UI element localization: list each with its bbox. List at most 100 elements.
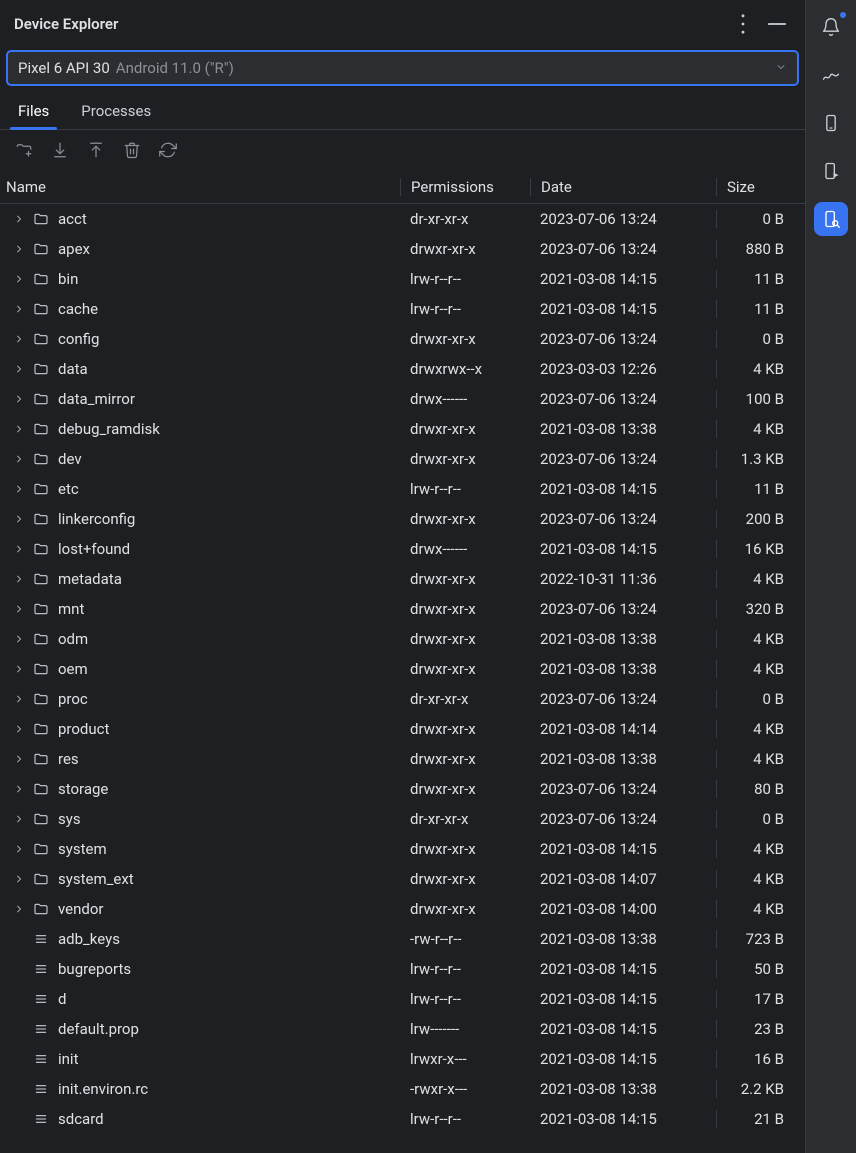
- device-selector-dropdown[interactable]: Pixel 6 API 30 Android 11.0 ("R"): [6, 50, 799, 86]
- table-row[interactable]: system_extdrwxr-xr-x2021-03-08 14:074 KB: [0, 864, 805, 894]
- file-size: 2.2 KB: [716, 1080, 788, 1098]
- expand-toggle[interactable]: [12, 692, 26, 706]
- table-row[interactable]: odmdrwxr-xr-x2021-03-08 13:384 KB: [0, 624, 805, 654]
- column-header-name[interactable]: Name: [0, 178, 400, 196]
- minimize-pane-button[interactable]: [763, 10, 791, 38]
- expand-toggle[interactable]: [12, 452, 26, 466]
- file-date: 2021-03-08 14:15: [530, 990, 716, 1008]
- file-size: 11 B: [716, 270, 788, 288]
- column-header-date[interactable]: Date: [530, 178, 716, 196]
- expand-toggle[interactable]: [12, 632, 26, 646]
- expand-toggle[interactable]: [12, 392, 26, 406]
- file-date: 2021-03-08 14:15: [530, 1020, 716, 1038]
- expand-toggle[interactable]: [12, 422, 26, 436]
- expand-toggle[interactable]: [12, 782, 26, 796]
- delete-button[interactable]: [118, 136, 146, 164]
- device-explorer-rail-button[interactable]: [814, 202, 848, 236]
- profiler-button[interactable]: [814, 58, 848, 92]
- table-row[interactable]: storagedrwxr-xr-x2023-07-06 13:2480 B: [0, 774, 805, 804]
- file-permissions: -rwxr-x---: [400, 1080, 530, 1098]
- more-options-button[interactable]: [729, 10, 757, 38]
- column-header-permissions[interactable]: Permissions: [400, 178, 530, 196]
- expand-toggle[interactable]: [12, 812, 26, 826]
- table-row[interactable]: acctdr-xr-xr-x2023-07-06 13:240 B: [0, 204, 805, 234]
- file-name-cell: init: [0, 1050, 400, 1068]
- folder-icon: [32, 900, 50, 918]
- expand-toggle[interactable]: [12, 242, 26, 256]
- table-row[interactable]: bugreportslrw-r--r--2021-03-08 14:1550 B: [0, 954, 805, 984]
- table-row[interactable]: datadrwxrwx--x2023-03-03 12:264 KB: [0, 354, 805, 384]
- table-row[interactable]: linkerconfigdrwxr-xr-x2023-07-06 13:2420…: [0, 504, 805, 534]
- table-row[interactable]: mntdrwxr-xr-x2023-07-06 13:24320 B: [0, 594, 805, 624]
- expand-toggle[interactable]: [12, 542, 26, 556]
- file-name: linkerconfig: [58, 510, 135, 528]
- table-row[interactable]: procdr-xr-xr-x2023-07-06 13:240 B: [0, 684, 805, 714]
- refresh-button[interactable]: [154, 136, 182, 164]
- expand-toggle[interactable]: [12, 302, 26, 316]
- expand-toggle[interactable]: [12, 872, 26, 886]
- file-size: 0 B: [716, 810, 788, 828]
- expand-toggle[interactable]: [12, 272, 26, 286]
- file-name: acct: [58, 210, 87, 228]
- expand-toggle[interactable]: [12, 572, 26, 586]
- expand-toggle[interactable]: [12, 752, 26, 766]
- file-permissions: dr-xr-xr-x: [400, 690, 530, 708]
- table-row[interactable]: data_mirrordrwx------2023-07-06 13:24100…: [0, 384, 805, 414]
- table-row[interactable]: init.environ.rc-rwxr-x---2021-03-08 13:3…: [0, 1074, 805, 1104]
- file-permissions: drwxr-xr-x: [400, 900, 530, 918]
- file-date: 2021-03-08 13:38: [530, 1080, 716, 1098]
- file-name-cell: odm: [0, 630, 400, 648]
- table-row[interactable]: etclrw-r--r--2021-03-08 14:1511 B: [0, 474, 805, 504]
- file-size: 21 B: [716, 1110, 788, 1128]
- file-date: 2021-03-08 14:15: [530, 960, 716, 978]
- expand-toggle[interactable]: [12, 362, 26, 376]
- table-row[interactable]: systemdrwxr-xr-x2021-03-08 14:154 KB: [0, 834, 805, 864]
- table-row[interactable]: apexdrwxr-xr-x2023-07-06 13:24880 B: [0, 234, 805, 264]
- expand-toggle[interactable]: [12, 722, 26, 736]
- running-devices-button[interactable]: [814, 154, 848, 188]
- file-name: system_ext: [58, 870, 134, 888]
- table-row[interactable]: configdrwxr-xr-x2023-07-06 13:240 B: [0, 324, 805, 354]
- new-folder-button[interactable]: [10, 136, 38, 164]
- table-row[interactable]: sdcardlrw-r--r--2021-03-08 14:1521 B: [0, 1104, 805, 1134]
- table-row[interactable]: binlrw-r--r--2021-03-08 14:1511 B: [0, 264, 805, 294]
- expand-toggle[interactable]: [12, 902, 26, 916]
- expand-toggle[interactable]: [12, 842, 26, 856]
- file-permissions: lrw-r--r--: [400, 960, 530, 978]
- column-header-size[interactable]: Size: [716, 178, 788, 196]
- file-date: 2021-03-08 14:15: [530, 540, 716, 558]
- expand-toggle[interactable]: [12, 602, 26, 616]
- table-row[interactable]: sysdr-xr-xr-x2023-07-06 13:240 B: [0, 804, 805, 834]
- file-size: 4 KB: [716, 720, 788, 738]
- table-row[interactable]: devdrwxr-xr-x2023-07-06 13:241.3 KB: [0, 444, 805, 474]
- table-row[interactable]: cachelrw-r--r--2021-03-08 14:1511 B: [0, 294, 805, 324]
- table-row[interactable]: debug_ramdiskdrwxr-xr-x2021-03-08 13:384…: [0, 414, 805, 444]
- upload-button[interactable]: [82, 136, 110, 164]
- table-row[interactable]: metadatadrwxr-xr-x2022-10-31 11:364 KB: [0, 564, 805, 594]
- table-row[interactable]: lost+founddrwx------2021-03-08 14:1516 K…: [0, 534, 805, 564]
- expand-toggle[interactable]: [12, 332, 26, 346]
- table-row[interactable]: productdrwxr-xr-x2021-03-08 14:144 KB: [0, 714, 805, 744]
- expand-toggle[interactable]: [12, 512, 26, 526]
- table-row[interactable]: resdrwxr-xr-x2021-03-08 13:384 KB: [0, 744, 805, 774]
- table-row[interactable]: vendordrwxr-xr-x2021-03-08 14:004 KB: [0, 894, 805, 924]
- file-name-cell: vendor: [0, 900, 400, 918]
- device-manager-button[interactable]: [814, 106, 848, 140]
- folder-icon: [32, 300, 50, 318]
- file-name: mnt: [58, 600, 84, 618]
- table-row[interactable]: adb_keys-rw-r--r--2021-03-08 13:38723 B: [0, 924, 805, 954]
- download-button[interactable]: [46, 136, 74, 164]
- table-row[interactable]: default.proplrw-------2021-03-08 14:1523…: [0, 1014, 805, 1044]
- file-size: 200 B: [716, 510, 788, 528]
- tab-files[interactable]: Files: [10, 92, 57, 129]
- expand-toggle[interactable]: [12, 662, 26, 676]
- file-name-cell: system_ext: [0, 870, 400, 888]
- tab-processes[interactable]: Processes: [73, 92, 159, 129]
- expand-toggle[interactable]: [12, 482, 26, 496]
- file-permissions: dr-xr-xr-x: [400, 810, 530, 828]
- notifications-button[interactable]: [814, 10, 848, 44]
- table-row[interactable]: initlrwxr-x---2021-03-08 14:1516 B: [0, 1044, 805, 1074]
- expand-toggle[interactable]: [12, 212, 26, 226]
- table-row[interactable]: dlrw-r--r--2021-03-08 14:1517 B: [0, 984, 805, 1014]
- table-row[interactable]: oemdrwxr-xr-x2021-03-08 13:384 KB: [0, 654, 805, 684]
